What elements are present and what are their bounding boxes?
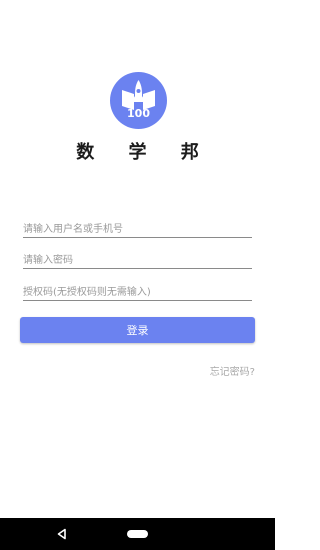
book-rocket-icon (122, 80, 155, 110)
back-icon[interactable] (56, 528, 68, 540)
login-button[interactable]: 登录 (20, 317, 255, 343)
app-logo: 100 (110, 72, 167, 129)
password-input[interactable] (23, 251, 252, 270)
username-input[interactable] (23, 220, 252, 239)
home-pill-icon[interactable] (127, 530, 148, 538)
username-field-wrapper (23, 217, 252, 239)
system-nav-bar (0, 518, 275, 550)
app-title: 数 学 邦 (76, 142, 213, 163)
password-field-wrapper (23, 248, 252, 270)
forgot-password-link[interactable]: 忘记密码? (210, 363, 255, 378)
auth-code-input[interactable] (23, 283, 252, 302)
logo-number: 100 (127, 107, 150, 120)
auth-code-field-wrapper (23, 280, 252, 302)
